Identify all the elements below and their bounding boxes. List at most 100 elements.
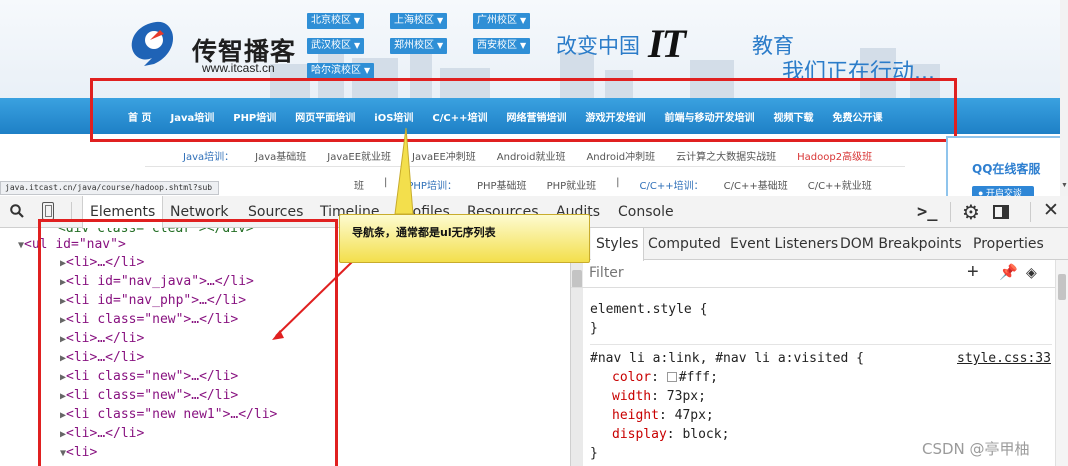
tab-console[interactable]: Console [611, 196, 681, 228]
annotation-callout: 导航条，通常都是ul无序列表 [339, 214, 590, 263]
slogan-it: IT [648, 21, 686, 66]
dom-highlight-box [38, 219, 338, 466]
rule-source-link[interactable]: style.css:33 [957, 349, 1051, 368]
scrollbar-thumb[interactable] [1058, 274, 1066, 300]
subnav-separator: | [384, 177, 388, 188]
colon: : [651, 389, 667, 404]
callout-text: 导航条，通常都是ul无序列表 [352, 226, 496, 239]
campus-dropdown-shanghai[interactable]: 上海校区 ▼ [390, 13, 448, 29]
tab-computed[interactable]: Computed [643, 228, 726, 260]
property-value: block; [682, 427, 730, 442]
colon: : [666, 427, 683, 442]
campus-dropdown-harbin[interactable]: 哈尔滨校区 ▼ [307, 63, 375, 79]
subnav-category-label: C/C++培训： [639, 181, 704, 192]
subnav-link[interactable]: Android冲刺班 [586, 148, 655, 163]
console-drawer-icon[interactable]: >_ [917, 202, 937, 222]
subnav-link[interactable]: JavaEE就业班 [327, 148, 391, 163]
tab-event-listeners[interactable]: Event Listeners [725, 228, 843, 260]
campus-label: 西安校区 [477, 40, 517, 51]
subnav-link[interactable]: PHP基础班 [477, 177, 527, 192]
campus-dropdown-zhengzhou[interactable]: 郑州校区 ▼ [390, 38, 448, 54]
triangle-down-icon: ▼ [437, 16, 444, 25]
scroll-down-arrow-icon[interactable]: ▼ [1061, 182, 1068, 189]
tab-dom-breakpoints[interactable]: DOM Breakpoints [835, 228, 967, 260]
gear-icon[interactable]: ⚙ [962, 200, 980, 225]
logo-url: www.itcast.cn [202, 61, 275, 75]
declaration-height[interactable]: height: 47px; [612, 406, 714, 425]
triangle-down-icon: ▼ [520, 16, 527, 25]
page-scrollbar[interactable] [1060, 0, 1068, 196]
status-bar-url: java.itcast.cn/java/course/hadoop.shtml?… [0, 181, 220, 195]
subnav-link-hot[interactable]: Hadoop2高级班 [797, 148, 872, 163]
qq-chat-button[interactable]: ● 开启交谈 [972, 186, 1034, 196]
rule-selector[interactable]: #nav li a:link, #nav li a:visited { [590, 349, 864, 368]
property-value: #fff; [678, 370, 718, 385]
subnav-link[interactable]: 班 [354, 177, 364, 192]
element-state-pin-icon[interactable]: 📌 [999, 263, 1018, 281]
search-icon[interactable] [10, 204, 24, 218]
color-format-toggle-icon[interactable]: ◈ [1026, 264, 1037, 281]
website-viewport: 传智播客 www.itcast.cn 北京校区 ▼ 上海校区 ▼ 广州校区 ▼ 武汉校… [0, 0, 1068, 196]
campus-label: 上海校区 [394, 15, 434, 26]
campus-label: 哈尔滨校区 [311, 65, 361, 76]
subnav-link[interactable]: Android就业班 [497, 148, 566, 163]
triangle-down-icon: ▼ [354, 16, 361, 25]
triangle-down-icon: ▼ [354, 41, 361, 50]
colon: : [658, 408, 675, 423]
subnav-link[interactable]: C/C++基础班 [724, 177, 788, 192]
property-name: display [612, 427, 667, 442]
color-swatch-icon[interactable] [666, 372, 677, 382]
subnav-category-label: PHP培训： [407, 181, 457, 192]
subnav-link[interactable]: JavaEE冲刺班 [412, 148, 476, 163]
new-style-rule-icon[interactable]: + [967, 261, 979, 284]
subnav-row-php-cpp: 班 | PHP培训： PHP基础班 PHP就业班 | C/C++培训： C/C+… [354, 177, 892, 192]
campus-dropdown-xian[interactable]: 西安校区 ▼ [473, 38, 531, 54]
declaration-width[interactable]: width: 73px; [612, 387, 706, 406]
property-name: width [612, 389, 652, 404]
element-style-selector[interactable]: element.style { [590, 300, 707, 319]
styles-filter-input[interactable] [589, 265, 839, 281]
subnav-link[interactable]: C/C++就业班 [808, 177, 872, 192]
qq-service-panel: QQ在线客服 ● 开启交谈 [946, 136, 1062, 196]
rule-close-brace: } [590, 446, 598, 461]
styles-filter-bar: + 📌 ◈ [571, 260, 1068, 288]
property-value: 73px; [666, 389, 706, 404]
campus-label: 广州校区 [477, 15, 517, 26]
tab-properties[interactable]: Properties [968, 228, 1049, 260]
subnav-row-java: Java培训： Java基础班 JavaEE就业班 JavaEE冲刺班 Andr… [183, 148, 893, 163]
dock-side-icon[interactable] [993, 205, 1009, 219]
triangle-down-icon: ▼ [520, 41, 527, 50]
declaration-display[interactable]: display: block; [612, 425, 729, 444]
campus-dropdown-wuhan[interactable]: 武汉校区 ▼ [307, 38, 365, 54]
campus-dropdown-beijing[interactable]: 北京校区 ▼ [307, 13, 365, 29]
styles-right-scrollbar[interactable] [1055, 260, 1068, 466]
subnav-link[interactable]: PHP就业班 [547, 177, 597, 192]
toolbar-divider [950, 202, 951, 222]
watermark: CSDN @亭甲柚 [922, 440, 1030, 458]
styles-tabbar: Styles Computed Event Listeners DOM Brea… [571, 228, 1068, 261]
close-icon[interactable]: ✕ [1043, 199, 1059, 222]
subnav-category-label: Java培训： [183, 152, 235, 163]
slogan-part1: 改变中国 [556, 34, 640, 58]
styles-left-scrollbar[interactable] [571, 260, 583, 466]
tab-styles[interactable]: Styles [591, 228, 645, 261]
property-name: height [612, 408, 659, 423]
subnav-separator: | [616, 177, 620, 188]
colon: : [651, 370, 667, 385]
campus-label: 北京校区 [311, 15, 351, 26]
itcast-logo-icon[interactable] [126, 18, 178, 70]
campus-label: 郑州校区 [394, 40, 434, 51]
navbar-highlight-box [90, 78, 957, 142]
triangle-down-icon: ▼ [364, 66, 371, 75]
device-mode-icon[interactable] [42, 202, 54, 220]
campus-dropdown-guangzhou[interactable]: 广州校区 ▼ [473, 13, 531, 29]
subnav-link[interactable]: Java基础班 [255, 148, 306, 163]
property-value: 47px; [674, 408, 714, 423]
property-name: color [612, 370, 652, 385]
subnav-link[interactable]: 云计算之大数据实战班 [676, 148, 776, 163]
subnav-divider [145, 166, 905, 167]
campus-label: 武汉校区 [311, 40, 351, 51]
rule-divider [590, 344, 1052, 345]
triangle-down-icon: ▼ [437, 41, 444, 50]
declaration-color[interactable]: color: #fff; [612, 368, 718, 387]
